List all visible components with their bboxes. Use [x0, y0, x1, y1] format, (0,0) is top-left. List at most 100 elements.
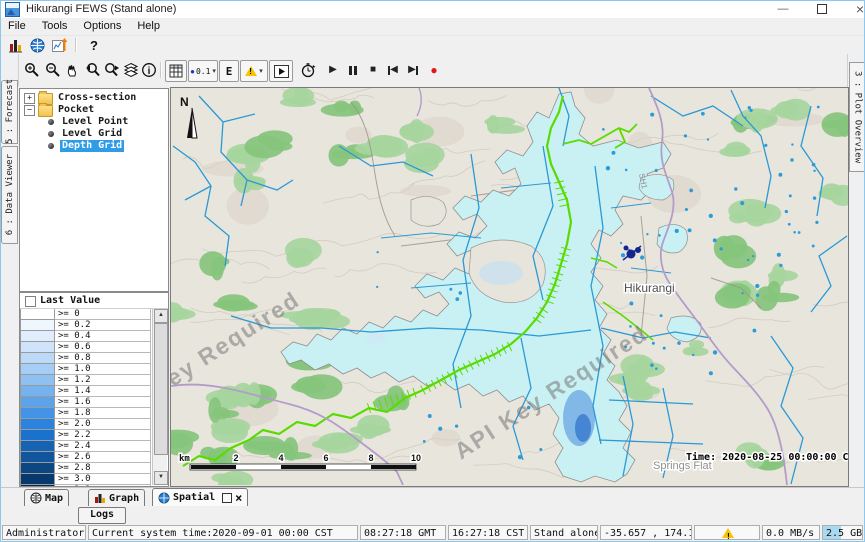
- map-display-button[interactable]: [28, 37, 46, 54]
- legend-row[interactable]: >= 1.0: [20, 364, 151, 375]
- warning-icon: [245, 66, 257, 76]
- info-icon: i: [141, 62, 157, 78]
- expand-icon[interactable]: +: [24, 93, 35, 104]
- legend-row[interactable]: >= 3.0: [20, 474, 151, 485]
- tab-map[interactable]: Map: [24, 489, 69, 507]
- menu-tools[interactable]: Tools: [34, 18, 76, 35]
- pause-button[interactable]: [344, 60, 362, 80]
- wire-globe-icon: [30, 492, 42, 504]
- tree-item-label[interactable]: Level Point: [60, 116, 130, 128]
- scroll-down-icon[interactable]: ▼: [154, 471, 168, 485]
- globe-icon: [30, 38, 45, 53]
- contour-interval-value: 0.1: [196, 67, 210, 76]
- legend-scrollbar[interactable]: ▲ ▼: [152, 309, 167, 485]
- zoom-in-button[interactable]: [22, 60, 41, 79]
- status-system-time: Current system time:2020-09-01 00:00 CST: [88, 525, 358, 540]
- legend-row[interactable]: >= 0.6: [20, 342, 151, 353]
- tree-item-label[interactable]: Cross-section: [56, 92, 138, 104]
- status-warning-cell: [694, 525, 760, 540]
- scale-tick: 10: [411, 453, 421, 463]
- legend-row[interactable]: >= 2.6: [20, 452, 151, 463]
- minimize-button[interactable]: —: [767, 0, 799, 18]
- layers-button[interactable]: [121, 60, 140, 79]
- tab-plot-overview[interactable]: 3 : Plot Overview: [849, 62, 865, 172]
- title-bar: Hikurangi FEWS (Stand alone) — ×: [0, 0, 865, 18]
- explorer-button[interactable]: [6, 37, 24, 54]
- tree-item-pocket[interactable]: − Pocket: [20, 104, 168, 116]
- help-button[interactable]: ?: [86, 37, 102, 54]
- legend-swatch: [20, 463, 55, 474]
- legend-row[interactable]: >= 1.4: [20, 386, 151, 397]
- zoom-next-button[interactable]: [102, 60, 121, 79]
- tree-item-level-point[interactable]: Level Point: [20, 116, 168, 128]
- info-button[interactable]: i: [139, 60, 158, 79]
- legend-row[interactable]: >= 2.4: [20, 441, 151, 452]
- legend-row[interactable]: >= 0.2: [20, 320, 151, 331]
- tab-data-viewer[interactable]: 6 : Data Viewer: [1, 146, 18, 244]
- pan-button[interactable]: [63, 60, 82, 79]
- left-tab-strip: 5 : Forecast 6 : Data Viewer: [0, 54, 19, 487]
- maximize-button[interactable]: [806, 0, 838, 18]
- legend-row[interactable]: >= 1.8: [20, 408, 151, 419]
- scrollbar-thumb[interactable]: [154, 323, 168, 455]
- step-back-button[interactable]: ◀: [384, 60, 402, 80]
- chevron-down-icon: ▾: [212, 67, 216, 75]
- layer-tree: + Cross-section − Pocket Level Point Lev…: [19, 88, 169, 292]
- record-button[interactable]: ●: [426, 60, 442, 80]
- legend-row[interactable]: >= 3.2: [20, 485, 151, 486]
- profile-button[interactable]: E: [219, 60, 239, 82]
- legend-row[interactable]: >= 2.8: [20, 463, 151, 474]
- scroll-up-icon[interactable]: ▲: [154, 309, 168, 323]
- stop-button[interactable]: ■: [364, 60, 382, 80]
- zoom-in-icon: [24, 62, 40, 78]
- tab-forecast[interactable]: 5 : Forecast: [1, 80, 18, 144]
- collapse-icon[interactable]: −: [24, 105, 35, 116]
- legend-row[interactable]: >= 2.2: [20, 430, 151, 441]
- step-forward-button[interactable]: ▶: [404, 60, 422, 80]
- tab-map-label: Map: [45, 493, 63, 504]
- animation-button[interactable]: [269, 60, 293, 82]
- tab-graph[interactable]: Graph: [88, 489, 145, 507]
- tab-maximize-icon[interactable]: [222, 493, 232, 503]
- legend-row[interactable]: >= 0: [20, 309, 151, 320]
- legend-label: >= 0.8: [55, 353, 151, 364]
- play-button[interactable]: ▶: [324, 60, 342, 80]
- tree-item-label-selected[interactable]: Depth Grid: [60, 140, 124, 152]
- stopwatch-icon: [300, 62, 316, 78]
- grid-display-button[interactable]: [165, 60, 187, 82]
- chart-arrow-icon: [52, 38, 67, 53]
- zoom-out-button[interactable]: [43, 60, 62, 79]
- tree-item-label[interactable]: Level Grid: [60, 128, 124, 140]
- time-settings-button[interactable]: [298, 60, 318, 80]
- legend-swatch: [20, 419, 55, 430]
- zoom-previous-button[interactable]: [83, 60, 102, 79]
- close-button[interactable]: ×: [844, 0, 865, 18]
- legend-row[interactable]: >= 1.2: [20, 375, 151, 386]
- legend-label: >= 0: [55, 309, 151, 320]
- maximize-icon: [817, 4, 827, 14]
- contour-interval-dropdown[interactable]: ● 0.1 ▾: [188, 60, 218, 82]
- tab-spatial[interactable]: Spatial ×: [152, 488, 248, 507]
- last-value-checkbox[interactable]: [25, 296, 36, 307]
- tree-item-label[interactable]: Pocket: [56, 104, 96, 116]
- legend-row[interactable]: >= 0.4: [20, 331, 151, 342]
- svg-text:i: i: [147, 66, 150, 77]
- scale-tick: 2: [233, 453, 238, 463]
- legend-swatch: [20, 386, 55, 397]
- legend-row[interactable]: >= 0.8: [20, 353, 151, 364]
- tree-item-depth-grid[interactable]: Depth Grid: [20, 140, 168, 152]
- bullet-icon: [48, 131, 54, 137]
- timeseries-button[interactable]: [50, 37, 68, 54]
- tab-close-icon[interactable]: ×: [235, 493, 242, 503]
- logs-button[interactable]: Logs: [78, 507, 126, 524]
- warnings-dropdown[interactable]: ▾: [240, 60, 268, 82]
- menu-options[interactable]: Options: [75, 18, 129, 35]
- menu-help[interactable]: Help: [129, 18, 168, 35]
- menu-file[interactable]: File: [0, 18, 34, 35]
- status-coordinates: -35.657 , 174.199: [600, 525, 692, 540]
- legend-row[interactable]: >= 1.6: [20, 397, 151, 408]
- legend-row[interactable]: >= 2.0: [20, 419, 151, 430]
- tree-item-level-grid[interactable]: Level Grid: [20, 128, 168, 140]
- status-bar: Administrator Current system time:2020-0…: [0, 524, 865, 542]
- map-view[interactable]: API Key Required API Key Required Hikura…: [170, 87, 849, 487]
